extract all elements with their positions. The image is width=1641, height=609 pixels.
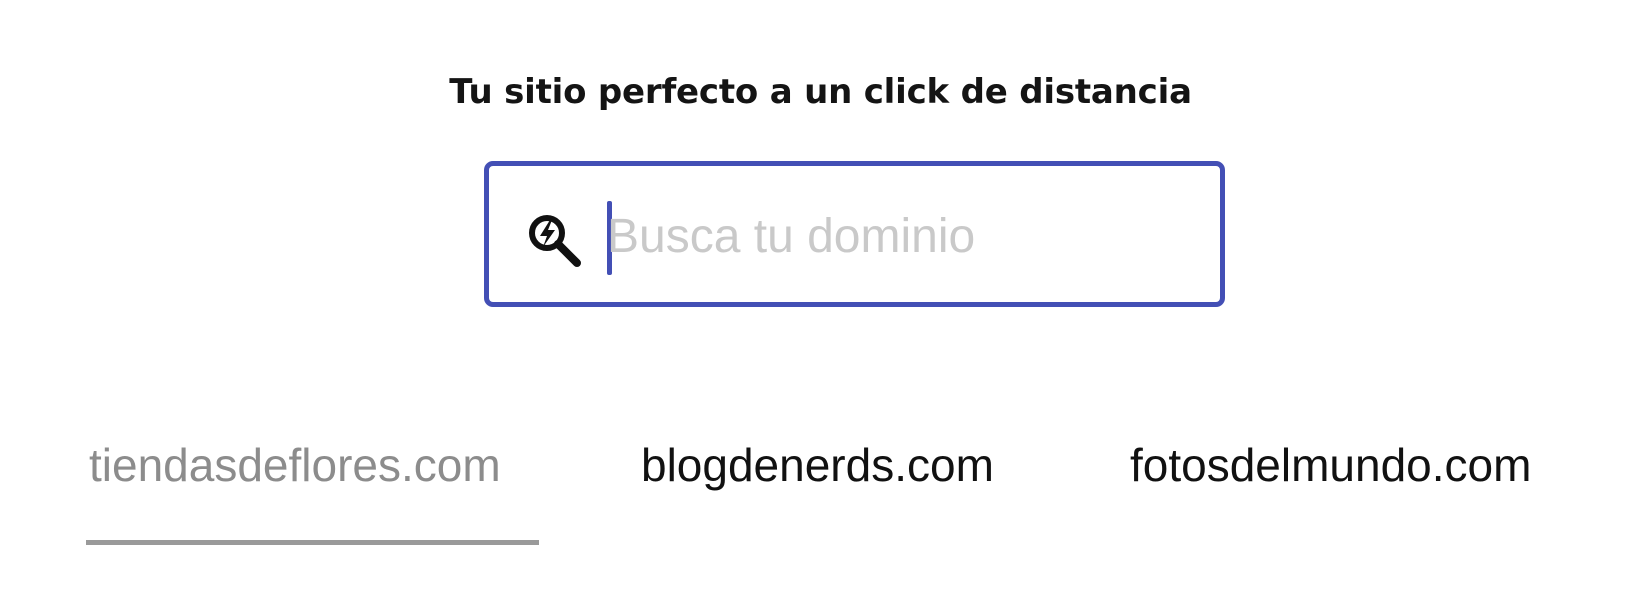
active-tab-underline [86,540,539,545]
domain-search-input[interactable] [607,196,1197,276]
domain-tab-blogdenerds[interactable]: blogdenerds.com [641,438,994,492]
domain-search-box[interactable] [484,161,1225,307]
domain-tab-tiendasdeflores[interactable]: tiendasdeflores.com [89,438,501,492]
domain-tab-fotosdelmundo[interactable]: fotosdelmundo.com [1130,438,1531,492]
domain-suggestion-tabs: tiendasdeflores.com blogdenerds.com foto… [0,438,1641,558]
search-bolt-icon [525,211,583,269]
page-headline: Tu sitio perfecto a un click de distanci… [449,72,1192,112]
